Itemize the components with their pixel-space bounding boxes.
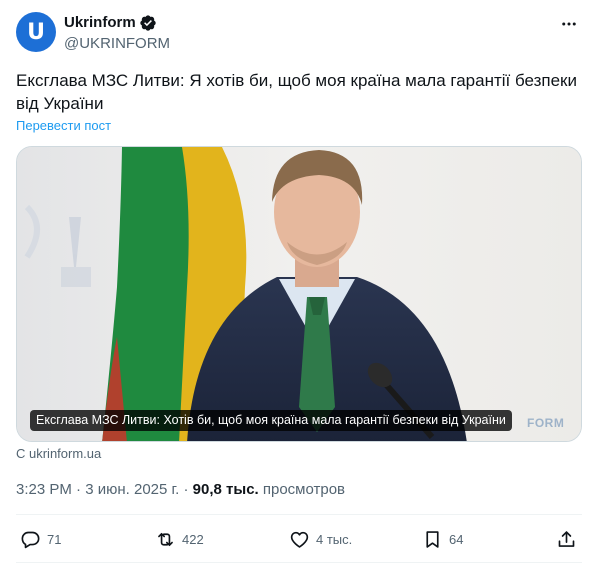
bookmark-icon <box>426 530 439 548</box>
reply-button[interactable]: 71 <box>20 527 61 551</box>
views-label: просмотров <box>262 481 346 498</box>
share-button[interactable] <box>556 527 577 551</box>
like-count: 4 тыс. <box>316 531 353 547</box>
more-dots-icon <box>562 22 576 26</box>
media-photo <box>17 147 581 441</box>
meta-separator-2: · <box>183 481 189 498</box>
share-icon <box>558 530 575 547</box>
bookmark-button[interactable]: 64 <box>422 527 463 551</box>
reply-count: 71 <box>47 531 62 547</box>
translate-post-link[interactable]: Перевести пост <box>16 118 111 133</box>
divider-top <box>16 514 582 515</box>
display-name-row[interactable]: Ukrinform <box>64 13 157 33</box>
reply-icon <box>21 531 40 548</box>
tweet-text: Ексглава МЗС Литви: Я хотів би, щоб моя … <box>16 71 577 113</box>
tweet-date[interactable]: 3 июн. 2025 г. <box>85 481 179 498</box>
tweet-media[interactable]: Ексглава МЗС Литви: Хотів би, щоб моя кр… <box>16 146 582 442</box>
repost-button[interactable]: 422 <box>155 527 204 551</box>
tweet-time[interactable]: 3:23 PM <box>16 481 72 498</box>
avatar[interactable]: U <box>16 12 56 52</box>
action-bar: 71 422 4 тыс. 64 <box>16 527 582 551</box>
more-icon[interactable] <box>558 14 580 34</box>
repost-count: 422 <box>182 531 204 547</box>
meta-separator: · <box>76 481 82 498</box>
author-info: Ukrinform @UKRINFORM <box>64 13 170 54</box>
views-count: 90,8 тыс. <box>192 481 259 498</box>
repost-icon <box>158 532 173 546</box>
verified-badge-icon <box>140 15 156 31</box>
bookmark-count: 64 <box>449 531 464 547</box>
link-source[interactable]: С ukrinform.ua <box>16 446 101 461</box>
tweet-meta: 3:23 PM · 3 июн. 2025 г. · 90,8 тыс. про… <box>16 480 345 500</box>
tweet-header: U Ukrinform @UKRINFORM <box>16 12 582 56</box>
avatar-logo: U <box>27 19 45 45</box>
display-name[interactable]: Ukrinform <box>64 13 136 33</box>
handle[interactable]: @UKRINFORM <box>64 34 170 54</box>
like-button[interactable]: 4 тыс. <box>289 527 352 551</box>
media-caption: Ексглава МЗС Литви: Хотів би, щоб моя кр… <box>30 410 512 431</box>
media-watermark: FORM <box>527 416 565 430</box>
heart-icon <box>290 531 309 548</box>
